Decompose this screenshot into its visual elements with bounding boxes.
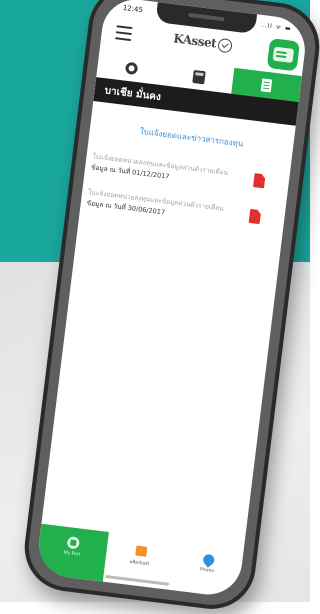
products-icon xyxy=(134,545,147,557)
calculator-icon xyxy=(192,69,206,84)
status-time: 12:45 xyxy=(122,3,144,15)
logo-check-icon xyxy=(217,37,233,53)
nav-label: Promo xyxy=(199,567,215,575)
nav-label: My Port xyxy=(63,550,81,558)
my-port-icon xyxy=(66,536,80,550)
promo-icon xyxy=(200,552,216,568)
pdf-icon[interactable] xyxy=(253,173,266,189)
speaker-grille xyxy=(188,12,225,22)
nav-promo[interactable]: Promo xyxy=(170,540,244,598)
nav-label: ผลิตภัณฑ์ xyxy=(129,559,150,568)
app-logo: KAsset xyxy=(173,31,233,53)
status-icons: ..ll ᯤ ▬ xyxy=(261,21,292,33)
portfolio-icon xyxy=(124,61,139,76)
section-title[interactable]: ใบแจ้งยอดและข่าวสารกองทุน xyxy=(90,119,294,157)
logo-text: KAsset xyxy=(172,31,218,51)
app-badge-icon[interactable] xyxy=(266,38,301,72)
pdf-icon[interactable] xyxy=(248,208,262,225)
nav-my-port[interactable]: My Port xyxy=(35,523,109,582)
document-icon xyxy=(260,77,273,93)
hamburger-menu-icon[interactable] xyxy=(115,25,133,42)
bottom-navigation: My Port ผลิตภัณฑ์ Promo xyxy=(35,523,244,598)
page-title: บาเชีย มั่นคง xyxy=(103,85,162,104)
